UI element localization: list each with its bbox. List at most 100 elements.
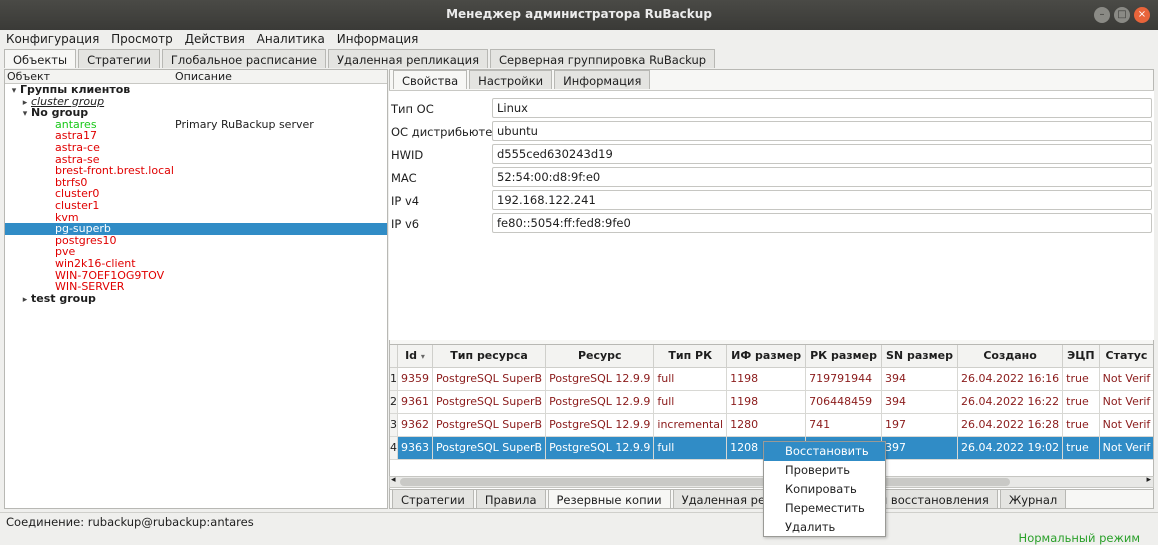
table-cell: true: [1062, 367, 1100, 391]
tab-global-schedule[interactable]: Глобальное расписание: [161, 49, 326, 68]
menu-analytics[interactable]: Аналитика: [253, 30, 329, 46]
table-cell: PostgreSQL SuperB: [432, 390, 547, 414]
collapsed-arrow-icon[interactable]: ▸: [19, 295, 31, 307]
tab-properties[interactable]: Свойства: [393, 70, 468, 89]
property-label: IP v6: [391, 217, 420, 231]
menu-item-restore[interactable]: Восстановить: [764, 442, 885, 461]
column-header-resource[interactable]: Ресурс: [545, 345, 655, 368]
table-cell: PostgreSQL SuperB: [432, 367, 547, 391]
column-header-object[interactable]: Объект: [7, 70, 50, 83]
table-cell: true: [1062, 413, 1100, 437]
property-value-field[interactable]: d555ced630243d19: [492, 144, 1152, 164]
menu-item-verify[interactable]: Проверить: [764, 461, 885, 480]
menu-item-move[interactable]: Переместить: [764, 499, 885, 518]
row-number[interactable]: 4: [390, 436, 398, 460]
main-tabs: Объекты Стратегии Глобальное расписание …: [4, 49, 717, 68]
table-cell: Not Verif: [1099, 390, 1153, 414]
table-cell: 26.04.2022 16:22: [957, 390, 1064, 414]
column-header-signature[interactable]: ЭЦП: [1062, 345, 1100, 368]
row-number[interactable]: 3: [390, 413, 398, 437]
property-row: ОС дистрибьютер ubuntu: [389, 121, 1154, 143]
property-label: Тип ОС: [391, 102, 434, 116]
table-cell: true: [1062, 436, 1100, 460]
column-header-backup-type[interactable]: Тип РК: [653, 345, 728, 368]
table-cell: 719791944: [805, 367, 882, 391]
status-bar: Соединение: rubackup@rubackup:antares Но…: [0, 512, 1158, 545]
property-row: HWID d555ced630243d19: [389, 144, 1154, 166]
table-row[interactable]: 1 9359 PostgreSQL SuperB PostgreSQL 12.9.9 f…: [390, 367, 1153, 391]
tree-item[interactable]: ▸ test group: [5, 292, 387, 307]
menu-information[interactable]: Информация: [333, 30, 423, 46]
minimize-icon[interactable]: –: [1094, 7, 1110, 23]
menu-view[interactable]: Просмотр: [107, 30, 177, 46]
table-cell: 9363: [397, 436, 433, 460]
table-cell: 197: [881, 413, 958, 437]
table-cell: 26.04.2022 16:28: [957, 413, 1064, 437]
scroll-right-icon[interactable]: ▸: [1146, 475, 1151, 485]
table-cell: full: [653, 436, 728, 460]
row-number[interactable]: 2: [390, 390, 398, 414]
menu-bar: Конфигурация Просмотр Действия Аналитика…: [0, 30, 1158, 48]
table-cell: PostgreSQL 12.9.9: [545, 436, 655, 460]
property-value-field[interactable]: 52:54:00:d8:9f:e0: [492, 167, 1152, 187]
table-cell: 26.04.2022 19:02: [957, 436, 1064, 460]
tab-bottom-strategies[interactable]: Стратегии: [392, 490, 474, 509]
menu-configuration[interactable]: Конфигурация: [0, 30, 103, 46]
scroll-left-icon[interactable]: ◂: [391, 475, 396, 485]
tab-bottom-rules[interactable]: Правила: [475, 490, 546, 509]
tab-bottom-backups[interactable]: Резервные копии: [547, 490, 671, 509]
tab-strategies[interactable]: Стратегии: [78, 49, 160, 68]
table-cell: 9362: [397, 413, 433, 437]
column-header-created[interactable]: Создано: [957, 345, 1064, 368]
table-cell: full: [653, 390, 728, 414]
tab-info[interactable]: Информация: [554, 70, 651, 89]
table-cell: PostgreSQL 12.9.9: [545, 413, 655, 437]
property-value-field[interactable]: Linux: [492, 98, 1152, 118]
tab-remote-replication[interactable]: Удаленная репликация: [327, 49, 489, 68]
property-label: IP v4: [391, 194, 420, 208]
mode-status: Нормальный режим: [1018, 531, 1140, 545]
tree-header: Объект Описание: [5, 70, 387, 84]
column-header-description[interactable]: Описание: [175, 70, 232, 83]
tab-server-grouping[interactable]: Серверная группировка RuBackup: [490, 49, 716, 68]
column-header-id[interactable]: Id ▾: [397, 345, 433, 368]
tab-settings[interactable]: Настройки: [469, 70, 553, 89]
column-header-resource-type[interactable]: Тип ресурса: [432, 345, 547, 368]
menu-item-copy[interactable]: Копировать: [764, 480, 885, 499]
table-row[interactable]: 3 9362 PostgreSQL SuperB PostgreSQL 12.9.9 i…: [390, 413, 1153, 437]
tab-objects[interactable]: Объекты: [4, 49, 77, 68]
scrollbar-thumb[interactable]: [400, 478, 1010, 486]
table-cell: true: [1062, 390, 1100, 414]
tree-item-description: Primary RuBackup server: [175, 117, 314, 131]
table-cell: 394: [881, 390, 958, 414]
property-value-field[interactable]: ubuntu: [492, 121, 1152, 141]
sort-desc-icon: ▾: [420, 352, 425, 362]
maximize-icon[interactable]: □: [1114, 7, 1130, 23]
table-cell: 26.04.2022 16:16: [957, 367, 1064, 391]
table-cell: full: [653, 367, 728, 391]
property-row: Тип ОС Linux: [389, 98, 1154, 120]
table-cell: 397: [881, 436, 958, 460]
column-header-status[interactable]: Статус: [1099, 345, 1153, 368]
property-value-field[interactable]: 192.168.122.241: [492, 190, 1152, 210]
column-header-sn-size[interactable]: SN размер: [881, 345, 958, 368]
object-tree: ▾ Группы клиентов ▸ cluster group ▾ No group a…: [5, 84, 387, 307]
detail-tabs: Свойства Настройки Информация: [393, 70, 652, 89]
property-row: IP v4 192.168.122.241: [389, 190, 1154, 212]
menu-item-delete[interactable]: Удалить: [764, 518, 885, 537]
property-label: MAC: [391, 171, 417, 185]
row-number[interactable]: 1: [390, 367, 398, 391]
table-cell: PostgreSQL 12.9.9: [545, 390, 655, 414]
table-cell: PostgreSQL 12.9.9: [545, 367, 655, 391]
object-tree-panel: Объект Описание ▾ Группы клиентов ▸ cluster…: [4, 69, 388, 509]
table-cell: 1198: [726, 390, 807, 414]
table-row[interactable]: 2 9361 PostgreSQL SuperB PostgreSQL 12.9.9 f…: [390, 390, 1153, 414]
close-icon[interactable]: ×: [1134, 7, 1150, 23]
tab-bottom-journal[interactable]: Журнал: [999, 490, 1067, 509]
column-header-if-size[interactable]: ИФ размер: [726, 345, 807, 368]
menu-actions[interactable]: Действия: [181, 30, 249, 46]
column-header-rk-size[interactable]: РК размер: [805, 345, 882, 368]
property-value-field[interactable]: fe80::5054:ff:fed8:9fe0: [492, 213, 1152, 233]
table-cell: PostgreSQL SuperB: [432, 436, 547, 460]
corner-header: [390, 345, 398, 368]
